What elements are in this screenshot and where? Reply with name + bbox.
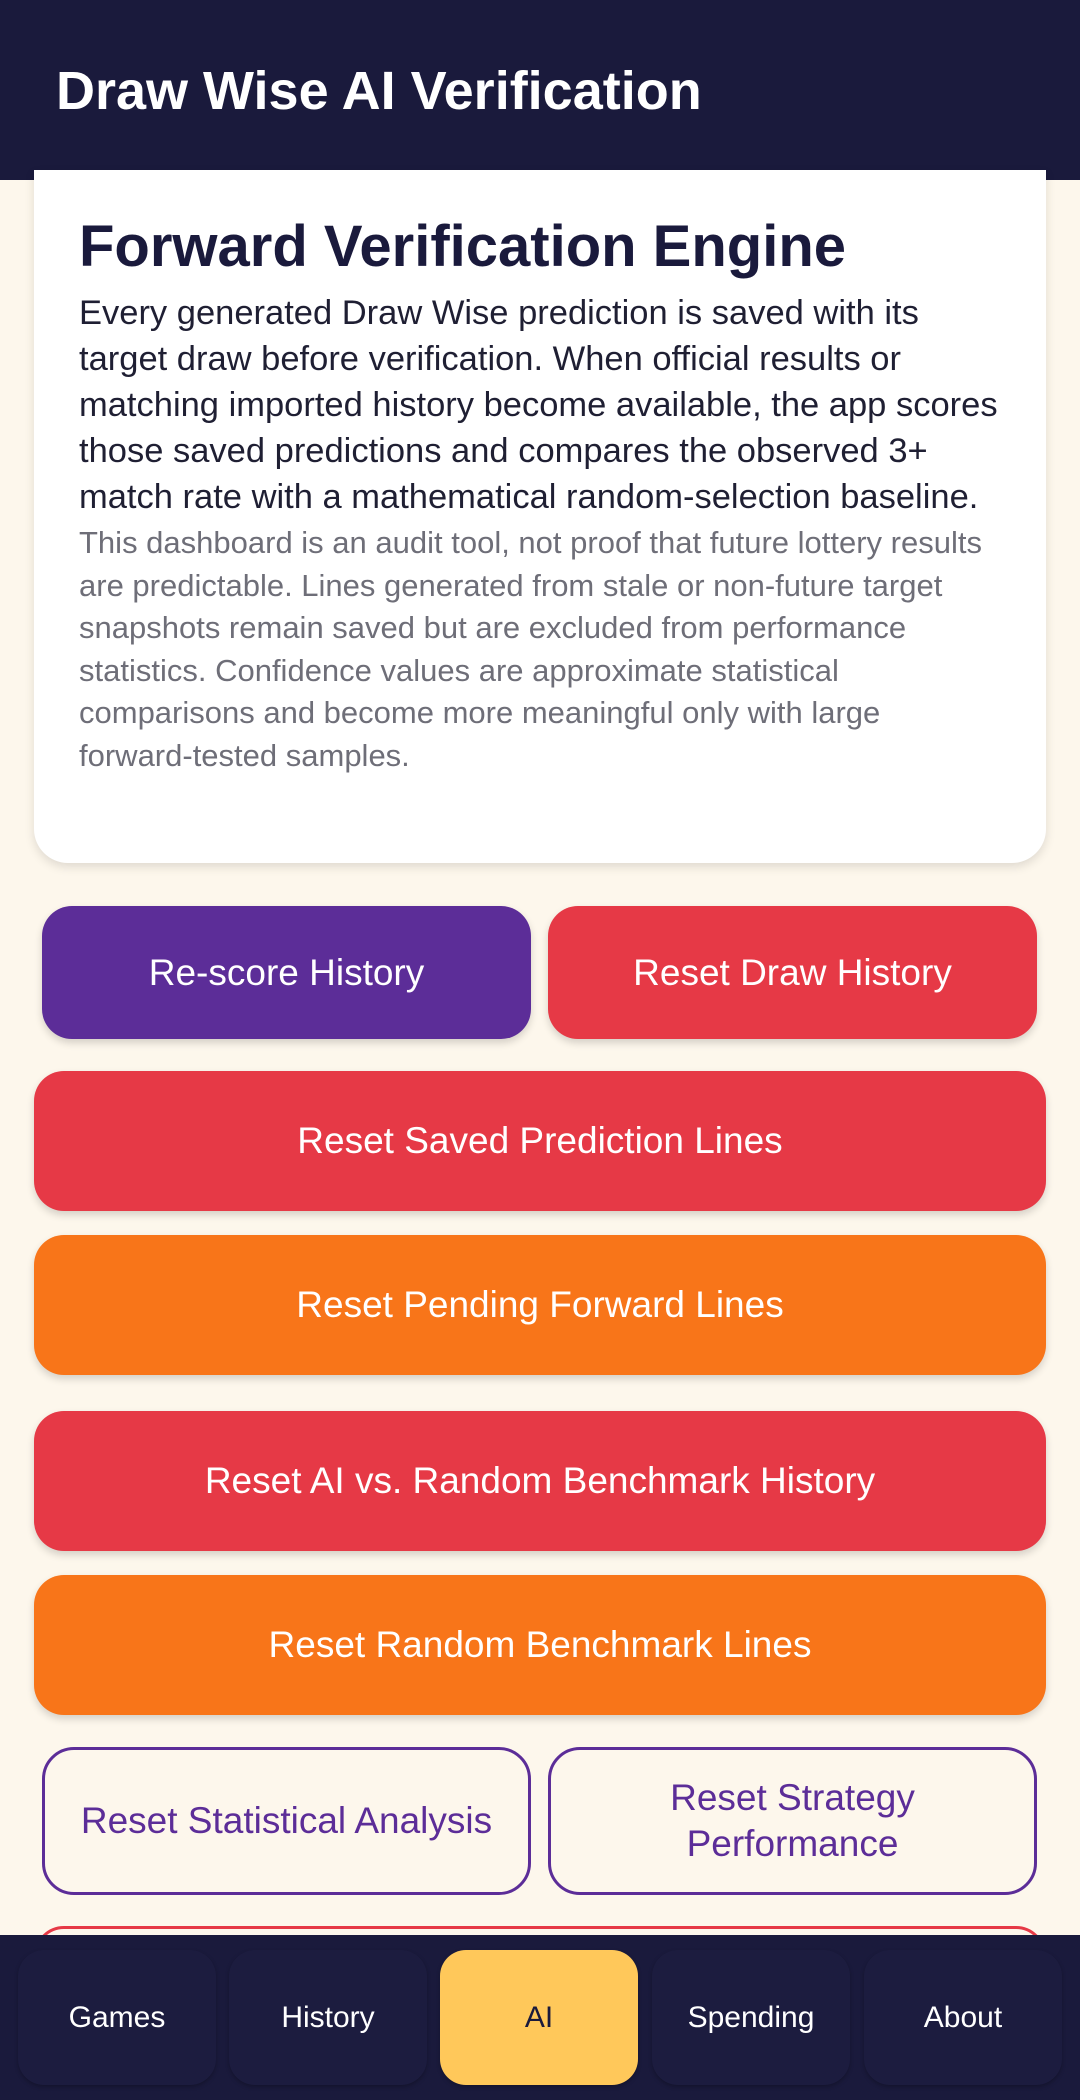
page-title: Draw Wise AI Verification xyxy=(56,61,702,121)
verification-info-card: Forward Verification Engine Every genera… xyxy=(34,170,1046,863)
bottom-navigation: Games History AI Spending About xyxy=(0,1935,1080,2100)
nav-tab-history[interactable]: History xyxy=(229,1950,427,2085)
reset-random-benchmark-lines-button[interactable]: Reset Random Benchmark Lines xyxy=(34,1575,1046,1715)
reset-statistical-analysis-button[interactable]: Reset Statistical Analysis xyxy=(42,1747,531,1895)
reset-strategy-performance-button[interactable]: Reset Strategy Performance xyxy=(548,1747,1037,1895)
app-bar: Draw Wise AI Verification xyxy=(0,0,1080,180)
card-disclaimer: This dashboard is an audit tool, not pro… xyxy=(79,525,982,773)
nav-tab-about[interactable]: About xyxy=(864,1950,1062,2085)
reset-draw-history-button[interactable]: Reset Draw History xyxy=(548,906,1037,1039)
reset-ai-vs-random-benchmark-history-button[interactable]: Reset AI vs. Random Benchmark History xyxy=(34,1411,1046,1551)
nav-tab-games[interactable]: Games xyxy=(18,1950,216,2085)
rescore-history-button[interactable]: Re-score History xyxy=(42,906,531,1039)
nav-tab-ai[interactable]: AI xyxy=(440,1950,638,2085)
reset-pending-forward-lines-button[interactable]: Reset Pending Forward Lines xyxy=(34,1235,1046,1375)
card-title: Forward Verification Engine xyxy=(79,214,847,279)
card-description: Every generated Draw Wise prediction is … xyxy=(79,294,998,516)
reset-saved-prediction-lines-button[interactable]: Reset Saved Prediction Lines xyxy=(34,1071,1046,1211)
nav-tab-spending[interactable]: Spending xyxy=(652,1950,850,2085)
